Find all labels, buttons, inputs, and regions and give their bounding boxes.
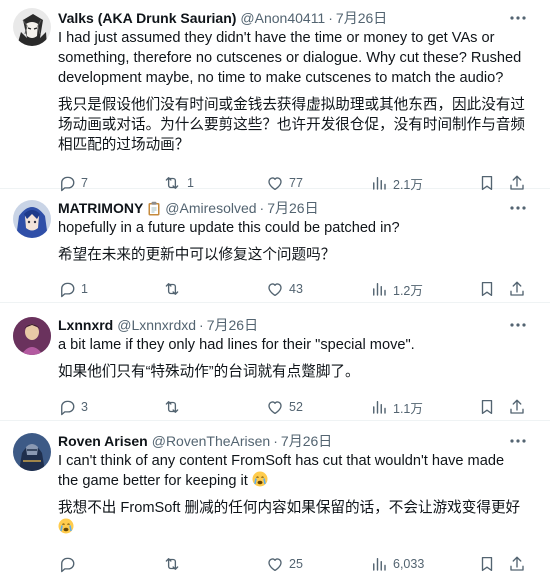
share-icon: [510, 281, 524, 296]
more-options-icon[interactable]: [508, 431, 528, 451]
views-button[interactable]: 6,033: [370, 554, 424, 574]
post-header: Roven Arisen @RovenTheArisen · 7月26日: [58, 431, 534, 451]
analytics-icon: [373, 558, 386, 571]
heart-icon: [268, 283, 282, 297]
share-button[interactable]: [508, 279, 526, 299]
post[interactable]: Valks (AKA Drunk Saurian) @Anon40411 · 7…: [0, 0, 550, 192]
like-button[interactable]: 25: [266, 554, 303, 574]
bookmark-button[interactable]: [478, 397, 496, 417]
separator: ·: [273, 433, 278, 449]
reply-count: 3: [81, 400, 88, 414]
bookmark-icon: [481, 399, 493, 415]
avatar[interactable]: [13, 200, 51, 238]
post-date[interactable]: 7月26日: [267, 198, 318, 218]
like-count: 43: [289, 282, 303, 296]
like-button[interactable]: 43: [266, 279, 303, 299]
more-options-icon[interactable]: [508, 8, 528, 28]
post-header: Valks (AKA Drunk Saurian) @Anon40411 · 7…: [58, 8, 534, 28]
like-count: 77: [289, 176, 303, 190]
like-button[interactable]: 52: [266, 397, 303, 417]
post[interactable]: Roven Arisen @RovenTheArisen · 7月26日 I c…: [0, 421, 550, 574]
separator: ·: [199, 317, 204, 333]
repost-icon: [165, 558, 179, 570]
repost-icon: [165, 401, 179, 413]
share-icon: [510, 399, 524, 414]
heart-icon: [268, 558, 282, 572]
crying-face-emoji-icon: [252, 471, 268, 487]
translated-text: 我只是假设他们没有时间或金钱去获得虚拟助理或其他东西，因此没有过场动画或对话。为…: [58, 97, 526, 153]
action-bar: 1 43 1.2万: [58, 279, 534, 299]
share-icon: [510, 556, 524, 571]
repost-count: 1: [187, 176, 194, 190]
reply-feed: Valks (AKA Drunk Saurian) @Anon40411 · 7…: [0, 0, 550, 574]
views-button[interactable]: 1.2万: [370, 279, 423, 299]
reply-button[interactable]: 3: [58, 397, 88, 417]
post[interactable]: MATRIMONY @Amiresolved · 7月26日 hopefully…: [0, 189, 550, 303]
post-date[interactable]: 7月26日: [281, 431, 332, 451]
reply-icon: [61, 282, 75, 298]
bookmark-button[interactable]: [478, 279, 496, 299]
action-bar: 25 6,033: [58, 554, 534, 574]
separator: ·: [259, 200, 265, 216]
user-handle[interactable]: @Anon40411: [240, 10, 325, 26]
post[interactable]: Lxnnxrd @Lxnnxrdxd · 7月26日 a bit lame if…: [0, 303, 550, 421]
like-count: 25: [289, 557, 303, 571]
user-handle[interactable]: @Amiresolved: [165, 200, 256, 216]
user-handle[interactable]: @Lxnnxrdxd: [117, 317, 196, 333]
action-bar: 3 52 1.1万: [58, 397, 534, 417]
avatar[interactable]: [13, 8, 51, 46]
clipboard-emoji-icon: [147, 201, 161, 216]
bookmark-button[interactable]: [478, 554, 496, 574]
view-count: 1.1万: [393, 401, 423, 416]
reply-button[interactable]: 1: [58, 279, 88, 299]
view-count: 6,033: [393, 557, 425, 571]
post-text-content: I can't think of any content FromSoft ha…: [58, 453, 505, 489]
post-text: hopefully in a future update this could …: [58, 220, 400, 236]
analytics-icon: [373, 283, 386, 296]
share-button[interactable]: [508, 397, 526, 417]
views-button[interactable]: 1.1万: [370, 397, 423, 417]
view-count: 1.2万: [393, 283, 423, 298]
post-header: Lxnnxrd @Lxnnxrdxd · 7月26日: [58, 315, 534, 335]
post-text: a bit lame if they only had lines for th…: [58, 337, 415, 353]
translated-text-content: 我想不出 FromSoft 删减的任何内容如果保留的话，不会让游戏变得更好: [58, 500, 521, 516]
user-handle[interactable]: @RovenTheArisen: [152, 433, 271, 449]
post-text: I had just assumed they didn't have the …: [58, 30, 522, 86]
repost-button[interactable]: [162, 554, 187, 574]
post-date[interactable]: 7月26日: [207, 315, 258, 335]
display-name[interactable]: Valks (AKA Drunk Saurian): [58, 10, 236, 26]
bookmark-icon: [481, 556, 493, 572]
display-name[interactable]: Roven Arisen: [58, 433, 148, 449]
reply-button[interactable]: [58, 554, 81, 574]
crying-face-emoji-icon: [58, 518, 74, 534]
more-options-icon[interactable]: [508, 315, 528, 335]
reply-count: 7: [81, 176, 88, 190]
repost-icon: [165, 283, 179, 295]
reply-icon: [61, 400, 75, 416]
bookmark-icon: [481, 281, 493, 297]
like-count: 52: [289, 400, 303, 414]
translated-text: 如果他们只有“特殊动作”的台词就有点蹩脚了。: [58, 364, 360, 380]
more-options-icon[interactable]: [508, 198, 528, 218]
post-text: I can't think of any content FromSoft ha…: [58, 451, 534, 491]
post-date[interactable]: 7月26日: [336, 8, 387, 28]
repost-button[interactable]: [162, 279, 187, 299]
share-button[interactable]: [508, 554, 526, 574]
repost-button[interactable]: [162, 397, 187, 417]
reply-icon: [61, 557, 75, 573]
separator: ·: [328, 10, 333, 26]
translated-text: 希望在未来的更新中可以修复这个问题吗？: [58, 247, 336, 263]
reply-count: 1: [81, 282, 88, 296]
post-header: MATRIMONY @Amiresolved · 7月26日: [58, 198, 534, 218]
display-name[interactable]: MATRIMONY: [58, 200, 143, 216]
translated-text: 我想不出 FromSoft 删减的任何内容如果保留的话，不会让游戏变得更好: [58, 498, 534, 538]
display-name[interactable]: Lxnnxrd: [58, 317, 113, 333]
heart-icon: [268, 401, 282, 415]
analytics-icon: [373, 401, 386, 414]
avatar[interactable]: [13, 433, 51, 471]
avatar[interactable]: [13, 317, 51, 355]
